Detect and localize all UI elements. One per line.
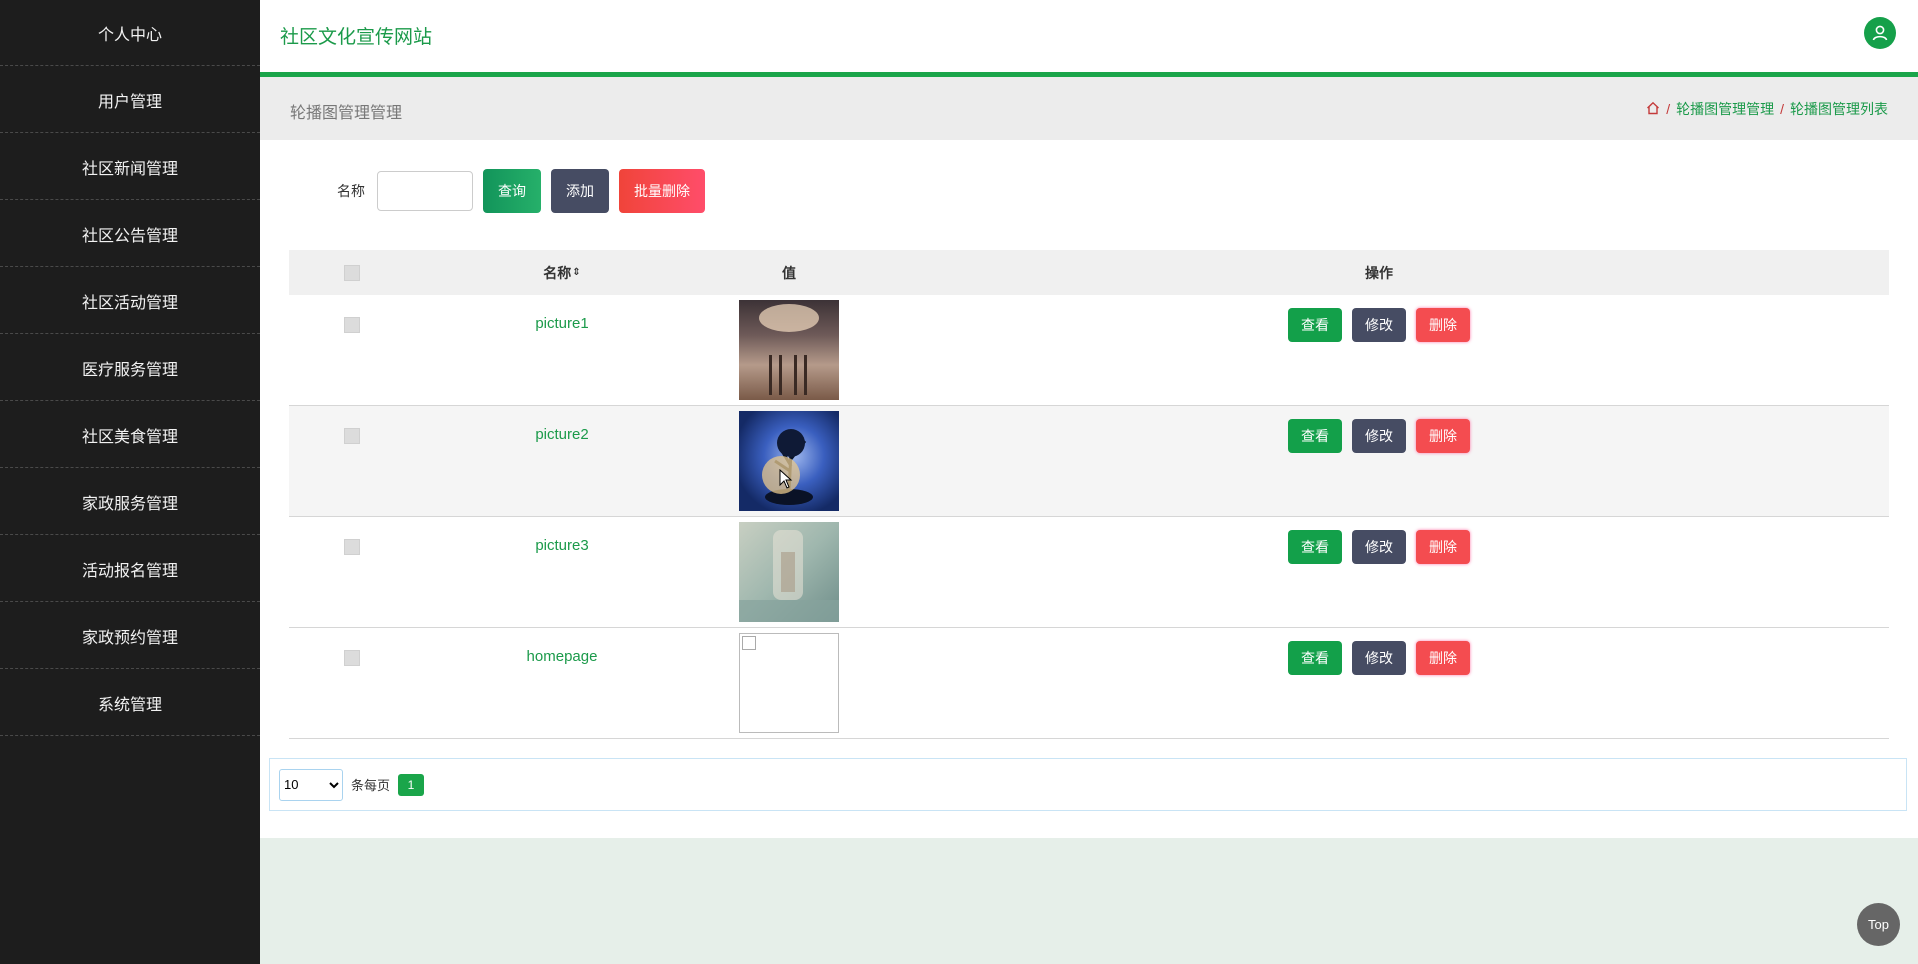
sidebar-item-label: 社区美食管理 [81, 428, 178, 446]
top-header: 社区文化宣传网站 [260, 0, 1918, 77]
breadcrumb-separator: / [1666, 101, 1671, 117]
row-checkbox[interactable] [344, 317, 360, 333]
sidebar: 个人中心 用户管理 社区新闻管理 社区公告管理 社区活动管理 医疗服务管理 社区… [0, 0, 260, 964]
page-size-label: 条每页 [351, 778, 391, 793]
data-table: 名称 ⇕ 值 操作 picture1 查看 修改 删除 picture2 查看 … [289, 250, 1889, 739]
page-size-select[interactable]: 10 [279, 768, 343, 801]
name-search-input[interactable] [377, 171, 473, 211]
view-button[interactable]: 查看 [1288, 641, 1342, 675]
query-button[interactable]: 查询 [483, 169, 541, 213]
table-row: picture2 查看 修改 删除 [289, 406, 1889, 517]
sidebar-item-food-management[interactable]: 社区美食管理 [0, 402, 260, 468]
batch-delete-button[interactable]: 批量删除 [619, 169, 705, 213]
sidebar-item-label: 社区公告管理 [81, 227, 178, 245]
edit-button[interactable]: 修改 [1352, 530, 1406, 564]
select-all-checkbox[interactable] [344, 264, 360, 281]
table-row: picture1 查看 修改 删除 [289, 295, 1889, 406]
breadcrumb: / 轮播图管理管理 / 轮播图管理列表 [1646, 99, 1888, 119]
page-number-current[interactable]: 1 [398, 773, 425, 796]
home-icon[interactable] [1646, 101, 1660, 118]
delete-button[interactable]: 删除 [1416, 419, 1470, 453]
column-header-value: 值 [782, 264, 796, 281]
site-title: 社区文化宣传网站 [280, 27, 433, 48]
row-checkbox[interactable] [344, 650, 360, 666]
sidebar-item-label: 医疗服务管理 [81, 361, 178, 379]
sidebar-item-personal-center[interactable]: 个人中心 [0, 0, 260, 66]
cursor-icon [779, 469, 793, 489]
user-icon[interactable] [1864, 17, 1896, 49]
delete-button[interactable]: 删除 [1416, 308, 1470, 342]
sidebar-item-label: 用户管理 [97, 93, 162, 111]
row-name: picture3 [535, 537, 589, 554]
sidebar-item-label: 家政预约管理 [81, 629, 178, 647]
row-name: picture2 [535, 426, 589, 443]
breadcrumb-item-module[interactable]: 轮播图管理管理 [1676, 99, 1774, 119]
row-image [739, 300, 839, 400]
sidebar-item-label: 活动报名管理 [81, 562, 178, 580]
sidebar-item-housekeeping-management[interactable]: 家政服务管理 [0, 469, 260, 535]
broken-image-icon [742, 636, 756, 650]
broken-image [739, 633, 839, 733]
view-button[interactable]: 查看 [1288, 530, 1342, 564]
search-bar: 名称 查询 添加 批量删除 [337, 169, 705, 213]
sidebar-item-label: 社区活动管理 [81, 294, 178, 312]
view-button[interactable]: 查看 [1288, 308, 1342, 342]
column-header-name[interactable]: 名称 ⇕ [415, 263, 709, 283]
sidebar-item-label: 系统管理 [97, 696, 162, 714]
delete-button[interactable]: 删除 [1416, 641, 1470, 675]
search-label: 名称 [337, 183, 365, 199]
table-header: 名称 ⇕ 值 操作 [289, 250, 1889, 295]
sidebar-item-notice-management[interactable]: 社区公告管理 [0, 201, 260, 267]
page-header-bar: 轮播图管理管理 / 轮播图管理管理 / 轮播图管理列表 [260, 77, 1918, 140]
sidebar-item-label: 个人中心 [97, 26, 162, 44]
row-name: picture1 [535, 315, 589, 332]
sidebar-item-system-management[interactable]: 系统管理 [0, 670, 260, 736]
breadcrumb-item-list[interactable]: 轮播图管理列表 [1790, 99, 1888, 119]
row-name: homepage [526, 648, 598, 665]
edit-button[interactable]: 修改 [1352, 641, 1406, 675]
edit-button[interactable]: 修改 [1352, 419, 1406, 453]
sidebar-item-booking-management[interactable]: 家政预约管理 [0, 603, 260, 669]
delete-button[interactable]: 删除 [1416, 530, 1470, 564]
sort-icon[interactable]: ⇕ [572, 267, 580, 278]
sidebar-item-activity-management[interactable]: 社区活动管理 [0, 268, 260, 334]
row-checkbox[interactable] [344, 539, 360, 555]
main-panel: 名称 查询 添加 批量删除 名称 ⇕ 值 操作 picture1 查看 修改 删… [260, 140, 1918, 838]
sidebar-item-label: 家政服务管理 [81, 495, 178, 513]
table-row: picture3 查看 修改 删除 [289, 517, 1889, 628]
sidebar-item-signup-management[interactable]: 活动报名管理 [0, 536, 260, 602]
add-button[interactable]: 添加 [551, 169, 609, 213]
view-button[interactable]: 查看 [1288, 419, 1342, 453]
sidebar-item-medical-management[interactable]: 医疗服务管理 [0, 335, 260, 401]
back-to-top-button[interactable]: Top [1857, 903, 1900, 946]
edit-button[interactable]: 修改 [1352, 308, 1406, 342]
table-row: homepage 查看 修改 删除 [289, 628, 1889, 739]
sidebar-item-news-management[interactable]: 社区新闻管理 [0, 134, 260, 200]
row-checkbox[interactable] [344, 428, 360, 444]
sidebar-item-user-management[interactable]: 用户管理 [0, 67, 260, 133]
pagination: 10 条每页 1 [269, 758, 1907, 811]
breadcrumb-separator: / [1780, 101, 1784, 117]
sidebar-item-label: 社区新闻管理 [81, 160, 178, 178]
column-header-ops: 操作 [1365, 264, 1393, 281]
page-title: 轮播图管理管理 [290, 105, 403, 122]
row-image [739, 522, 839, 622]
